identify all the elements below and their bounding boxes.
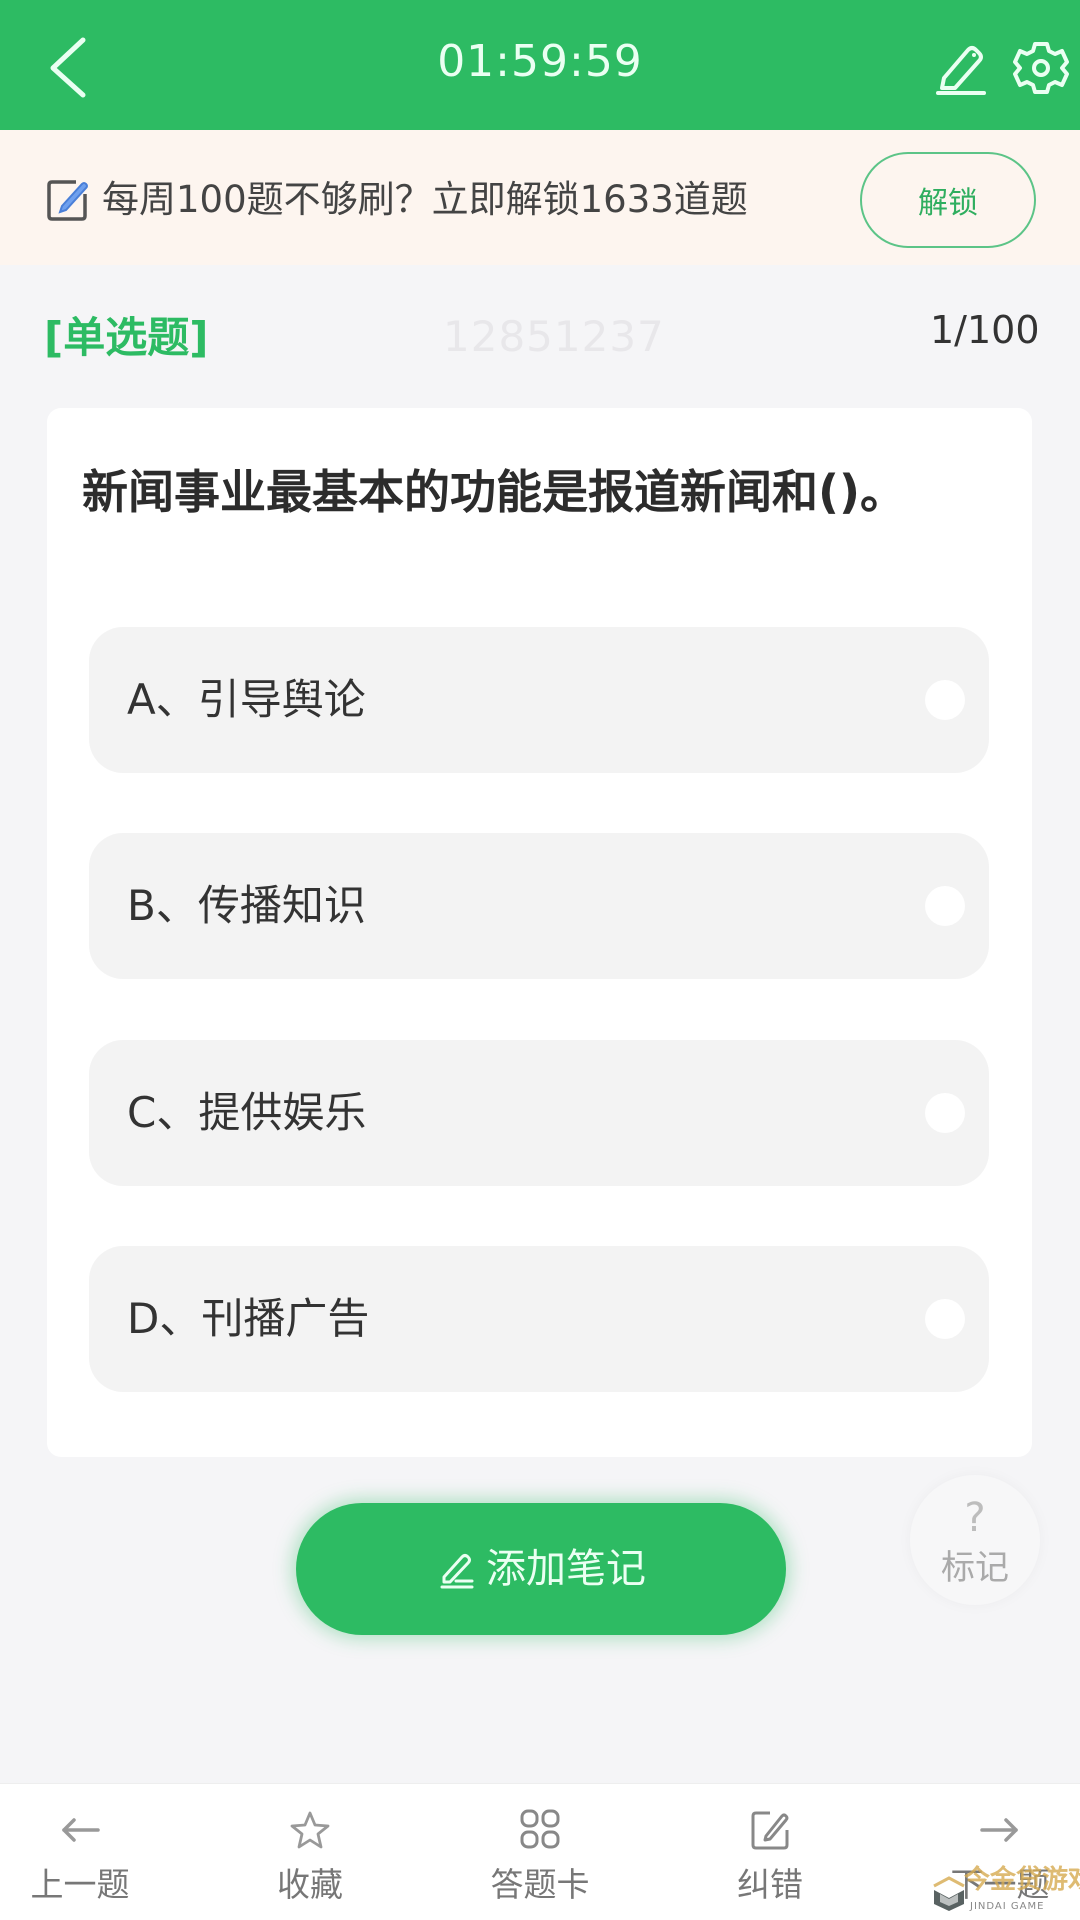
radio-circle-icon[interactable] [925,1093,965,1133]
star-icon [290,1811,330,1849]
arrow-right-icon [980,1818,1018,1842]
question-id-watermark: 12851237 [443,312,665,361]
nav-label: 上一题 [30,1865,130,1904]
option-d[interactable]: D、刊播广告 [89,1246,989,1392]
question-card: 新闻事业最基本的功能是报道新闻和()。 A、引导舆论 B、传播知识 C、提供娱乐… [47,408,1032,1457]
option-c[interactable]: C、提供娱乐 [89,1040,989,1186]
nav-next-question[interactable]: 下一题 [900,1784,1080,1920]
nav-label: 下一题 [950,1865,1050,1904]
option-label: A、引导舆论 [127,675,366,724]
bottom-nav: 上一题 收藏 答题卡 纠错 下一题 [0,1783,1080,1920]
question-type-label: [单选题] [44,313,209,362]
option-label: D、刊播广告 [127,1294,370,1343]
option-label: B、传播知识 [127,881,366,930]
add-note-label: 添加笔记 [486,1546,646,1592]
edit-button[interactable] [930,38,990,96]
promo-text: 每周100题不够刷？立即解锁1633道题 [102,178,748,221]
countdown-timer: 01:59:59 [437,36,643,87]
mark-button[interactable]: ? 标记 [910,1475,1040,1605]
radio-circle-icon[interactable] [925,1299,965,1339]
nav-favorite[interactable]: 收藏 [210,1784,410,1920]
unlock-button[interactable]: 解锁 [860,152,1036,248]
edit-note-icon [46,178,90,222]
top-app-bar: 01:59:59 [0,0,1080,130]
pencil-icon [936,46,986,95]
nav-label: 答题卡 [490,1865,590,1904]
nav-answer-card[interactable]: 答题卡 [440,1784,640,1920]
settings-button[interactable] [1012,38,1070,98]
option-b[interactable]: B、传播知识 [89,833,989,979]
mark-label: 标记 [941,1548,1009,1588]
question-text: 新闻事业最基本的功能是报道新闻和()。 [82,465,907,519]
unlock-promo-banner: 每周100题不够刷？立即解锁1633道题 解锁 [0,130,1080,265]
radio-circle-icon[interactable] [925,886,965,926]
gear-icon [1013,42,1069,94]
nav-label: 收藏 [277,1865,343,1904]
grid-icon [520,1809,560,1849]
question-mark-icon: ? [964,1495,986,1541]
edit-square-icon [751,1811,789,1850]
pencil-icon [440,1554,474,1589]
nav-report-error[interactable]: 纠错 [670,1784,870,1920]
nav-label: 纠错 [737,1865,803,1904]
arrow-left-icon [62,1818,100,1842]
option-a[interactable]: A、引导舆论 [89,627,989,773]
add-note-button[interactable]: 添加笔记 [296,1503,786,1635]
radio-circle-icon[interactable] [925,680,965,720]
option-label: C、提供娱乐 [127,1088,367,1137]
question-progress: 1/100 [930,308,1040,352]
nav-prev-question[interactable]: 上一题 [0,1784,180,1920]
